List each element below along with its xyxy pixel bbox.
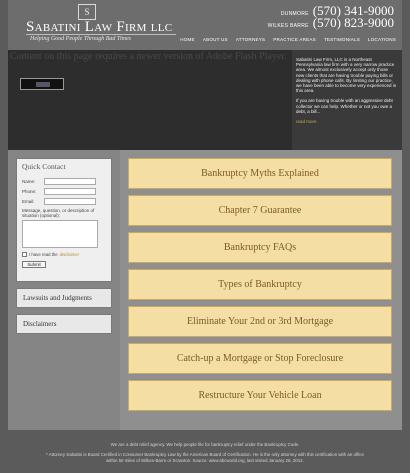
- main-nav: HOME ABOUT US ATTORNEYS PRACTICE AREAS T…: [180, 37, 396, 42]
- site-footer: We are a debt relief agency. We help peo…: [0, 430, 410, 473]
- intro-paragraph: Sabatini Law Firm, LLC is a Northeast Pe…: [296, 57, 397, 94]
- name-row: Name:: [22, 178, 106, 185]
- name-input[interactable]: [44, 178, 96, 185]
- footer-certification-notice: * Attorney Sabatini is Board Certified i…: [46, 452, 364, 463]
- submit-button[interactable]: Submit: [22, 261, 46, 268]
- message-textarea[interactable]: [22, 220, 98, 248]
- phone-city-label: WILKES BARRE: [267, 23, 309, 29]
- nav-home[interactable]: HOME: [180, 37, 195, 42]
- bankruptcy-myths-link[interactable]: Bankruptcy Myths Explained: [128, 158, 392, 189]
- disclaimer-link[interactable]: disclaimer: [60, 252, 79, 257]
- bankruptcy-faqs-link[interactable]: Bankruptcy FAQs: [128, 232, 392, 263]
- disclaimer-agree-row: I have read the disclaimer: [22, 252, 106, 257]
- read-more-link[interactable]: read more: [296, 119, 317, 124]
- agree-text: I have read the: [29, 252, 58, 257]
- main-content: Quick Contact Name: Phone: Email: Messag…: [8, 150, 402, 430]
- tagline: Helping Good People Through Bad Times: [30, 36, 131, 42]
- phone-row: Phone:: [22, 188, 106, 195]
- phone-number[interactable]: (570) 823-9000: [313, 15, 394, 31]
- types-of-bankruptcy-link[interactable]: Types of Bankruptcy: [128, 269, 392, 300]
- intro-paragraph: If you are having trouble with an aggres…: [296, 98, 393, 114]
- nav-about-us[interactable]: ABOUT US: [203, 37, 228, 42]
- site-header: S Sabatini Law Firm llc Helping Good Peo…: [8, 0, 402, 50]
- lawsuits-judgments-link[interactable]: Lawsuits and Judgments: [16, 288, 112, 308]
- phone-input[interactable]: [44, 188, 96, 195]
- stop-foreclosure-link[interactable]: Catch-up a Mortgage or Stop Foreclosure: [128, 343, 392, 374]
- email-label: Email:: [22, 199, 35, 204]
- nav-practice-areas[interactable]: PRACTICE AREAS: [273, 37, 316, 42]
- name-label: Name:: [22, 179, 36, 184]
- vehicle-loan-link[interactable]: Restructure Your Vehicle Loan: [128, 380, 392, 411]
- email-input[interactable]: [44, 198, 96, 205]
- disclaimer-checkbox[interactable]: [22, 252, 27, 257]
- disclaimers-link[interactable]: Disclaimers: [16, 314, 112, 334]
- phone-wilkes-barre: WILKES BARRE (570) 823-9000: [268, 15, 394, 31]
- intro-panel: Sabatini Law Firm, LLC is a Northeast Pe…: [292, 50, 402, 150]
- eliminate-mortgage-link[interactable]: Eliminate Your 2nd or 3rd Mortgage: [128, 306, 392, 337]
- logo-icon[interactable]: S: [78, 4, 96, 20]
- tagline-divider: [26, 34, 176, 35]
- quick-contact-title: Quick Contact: [22, 162, 66, 171]
- chapter-7-guarantee-link[interactable]: Chapter 7 Guarantee: [128, 195, 392, 226]
- email-row: Email:: [22, 198, 106, 205]
- flash-banner: Content on this page requires a newer ve…: [8, 50, 402, 150]
- flash-player-icon: [36, 82, 50, 87]
- get-flash-button[interactable]: [20, 78, 64, 90]
- message-label: Message, question, or description of sit…: [22, 208, 95, 218]
- nav-attorneys[interactable]: ATTORNEYS: [236, 37, 265, 42]
- flash-required-message: Content on this page requires a newer ve…: [10, 51, 287, 62]
- nav-locations[interactable]: LOCATIONS: [368, 37, 396, 42]
- footer-debt-relief-notice: We are a debt relief agency. We help peo…: [110, 442, 300, 447]
- phone-label: Phone:: [22, 189, 37, 194]
- nav-testimonials[interactable]: TESTIMONIALS: [324, 37, 360, 42]
- quick-contact-form: Quick Contact Name: Phone: Email: Messag…: [16, 158, 112, 282]
